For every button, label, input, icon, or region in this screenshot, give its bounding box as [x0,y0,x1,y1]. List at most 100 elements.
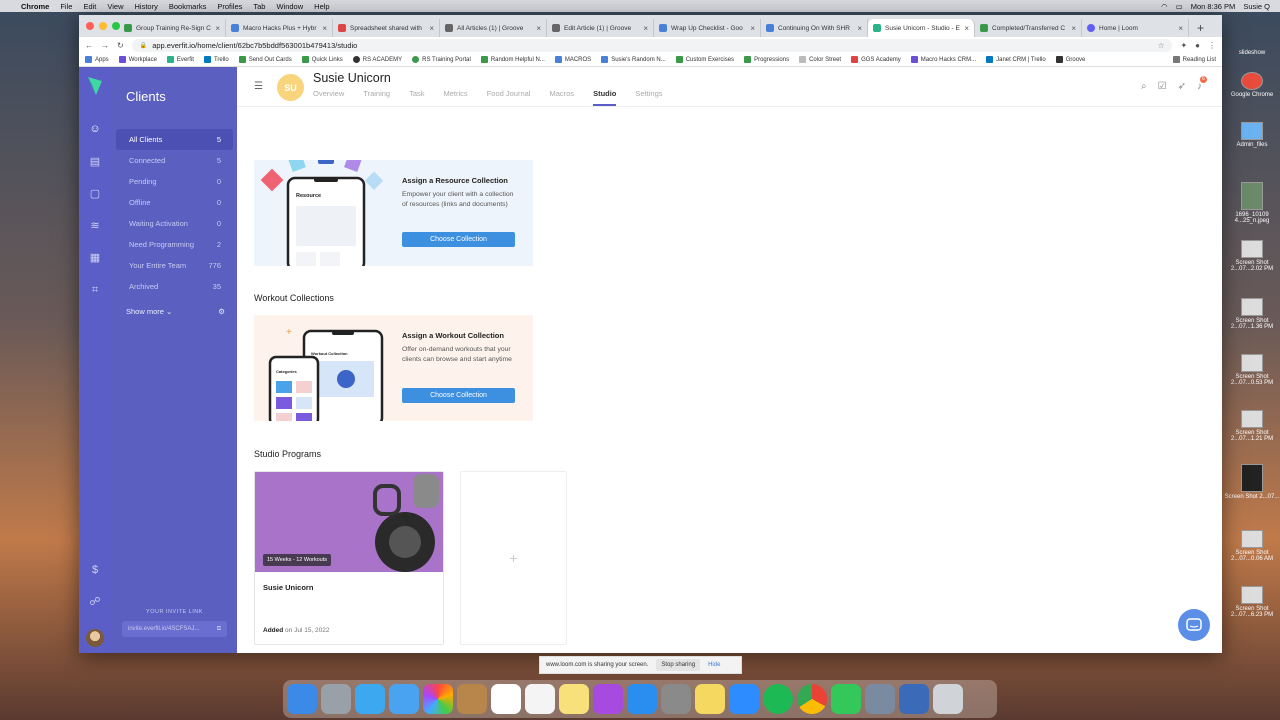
sidebar-item-connected[interactable]: Connected 5 [116,150,233,171]
browser-tab[interactable]: Spreadsheet shared with × [333,19,440,37]
bookmark-item[interactable]: RS Training Portal [412,56,471,63]
browser-tab-active[interactable]: Susie Unicorn - Studio - E × [868,19,975,37]
tab-food-journal[interactable]: Food Journal [487,89,531,106]
calendar-icon[interactable] [491,684,521,714]
reminders-icon[interactable] [525,684,555,714]
address-bar[interactable]: 🔒 app.everfit.io/home/client/62bc7b5bddf… [131,38,1173,52]
desktop-item[interactable]: Screen Shot 2...07...0.53 PM [1224,354,1280,386]
close-tab-icon[interactable]: × [964,24,969,33]
tab-macros[interactable]: Macros [549,89,574,106]
program-card[interactable]: 15 Weeks - 12 Workouts Susie Unicorn Add… [254,471,444,645]
bookmark-item[interactable]: Progressions [744,56,789,63]
invite-link-field[interactable]: invite.everfit.io/4SCFSAJ... ⧉ [122,621,227,637]
bookmark-item[interactable]: RS ACADEMY [352,56,402,63]
menu-profiles[interactable]: Profiles [217,2,242,11]
desktop-item[interactable]: Screen Shot 2...07...1.36 PM [1224,298,1280,330]
payment-nav-icon[interactable]: $ [88,563,102,577]
autoflow-nav-icon[interactable]: ≋ [88,219,102,233]
bookmark-item[interactable]: Apps [85,56,109,63]
notes-icon[interactable] [559,684,589,714]
desktop-item[interactable]: Screen Shot 2...07...1.21 PM [1224,410,1280,442]
bookmark-star-icon[interactable]: ☆ [1158,41,1165,50]
inbox-nav-icon[interactable]: ▢ [88,187,102,201]
bookmark-item[interactable]: MACROS [554,56,591,63]
messages-icon[interactable] [389,684,419,714]
bell-icon[interactable]: ♪ 6 [1197,76,1207,92]
bookmark-item[interactable]: Color Street [799,56,841,63]
bookmark-item[interactable]: Everfit [166,56,194,63]
choose-resource-collection-button[interactable]: Choose Collection [402,232,515,247]
new-tab-button[interactable]: + [1189,19,1212,37]
close-tab-icon[interactable]: × [1178,24,1183,33]
menu-history[interactable]: History [135,2,158,11]
close-tab-icon[interactable]: × [215,24,220,33]
reading-list[interactable]: Reading List [1172,56,1216,63]
close-tab-icon[interactable]: × [322,24,327,33]
tab-studio[interactable]: Studio [593,89,617,106]
menu-chrome[interactable]: Chrome [21,2,49,11]
hide-button[interactable]: Hide [708,662,720,668]
desktop-item[interactable]: Screen Shot 2...07...2.02 PM [1224,240,1280,272]
trash-icon[interactable] [933,684,963,714]
profile-icon[interactable]: ● [1195,41,1200,50]
desktop-item[interactable]: Google Chrome [1224,72,1280,98]
bookmark-item[interactable]: Send Out Cards [238,56,292,63]
close-window-button[interactable] [86,22,94,30]
preview-icon[interactable] [865,684,895,714]
menu-file[interactable]: File [60,2,72,11]
rocket-icon[interactable]: ➶ [1178,81,1186,92]
sidebar-item-offline[interactable]: Offline 0 [116,192,233,213]
bookmark-item[interactable]: Quick Links [301,56,343,63]
tab-task[interactable]: Task [409,89,424,106]
bookmark-item[interactable]: Random Helpful N... [480,56,545,63]
everfit-logo-icon[interactable] [87,75,103,97]
sidebar-item-all-clients[interactable]: All Clients 5 [116,129,233,150]
gear-icon[interactable]: ⚙ [218,307,225,316]
more-menu-icon[interactable]: ⋮ [1208,41,1216,50]
app-store-icon[interactable] [627,684,657,714]
add-program-button[interactable]: + [460,471,567,645]
spotify-icon[interactable] [763,684,793,714]
finder-icon[interactable] [287,684,317,714]
wifi-icon[interactable]: ◠ [1161,2,1168,11]
system-preferences-icon[interactable] [661,684,691,714]
browser-tab[interactable]: Completed/Transferred C × [975,19,1082,37]
facetime-icon[interactable] [831,684,861,714]
bookmark-item[interactable]: Custom Exercises [675,56,734,63]
sidebar-item-archived[interactable]: Archived 35 [116,276,233,297]
desktop-item[interactable]: Admin_files [1224,122,1280,148]
browser-tab[interactable]: All Articles (1) | Groove × [440,19,547,37]
close-tab-icon[interactable]: × [429,24,434,33]
checklist-icon[interactable]: ☑ [1158,81,1167,92]
contacts-icon[interactable] [457,684,487,714]
library-nav-icon[interactable]: ▤ [88,155,102,169]
tab-overview[interactable]: Overview [313,89,344,106]
clients-nav-icon[interactable]: ☺ [88,122,102,136]
zoom-icon[interactable] [729,684,759,714]
browser-tab[interactable]: Macro Hacks Plus + Hybr × [226,19,333,37]
menu-icon[interactable]: ☰ [254,81,263,92]
sidebar-item-need-programming[interactable]: Need Programming 2 [116,234,233,255]
menu-bookmarks[interactable]: Bookmarks [169,2,207,11]
chrome-icon[interactable] [797,684,827,714]
desktop-item[interactable]: 1696_10109 4...25_n.jpeg [1224,182,1280,224]
tasks-nav-icon[interactable]: ⌗ [88,283,102,297]
browser-tab[interactable]: Continuing On With SHR × [761,19,868,37]
close-tab-icon[interactable]: × [536,24,541,33]
close-tab-icon[interactable]: × [857,24,862,33]
desktop-item[interactable]: slideshow [1224,50,1280,56]
launchpad-icon[interactable] [321,684,351,714]
close-tab-icon[interactable]: × [750,24,755,33]
stickies-icon[interactable] [695,684,725,714]
menu-view[interactable]: View [107,2,123,11]
bookmark-item[interactable]: Susie's Random N... [601,56,666,63]
back-icon[interactable]: ← [85,41,93,50]
close-tab-icon[interactable]: × [1071,24,1076,33]
reload-icon[interactable]: ↻ [117,41,124,50]
browser-tab[interactable]: Edit Article (1) | Groove × [547,19,654,37]
search-icon[interactable]: ⌕ [1141,81,1147,92]
browser-tab[interactable]: Wrap Up Checklist - Goo × [654,19,761,37]
desktop-item[interactable]: Screen Shot 2...07...0.06 AM [1224,530,1280,562]
sidebar-item-entire-team[interactable]: Your Entire Team 776 [116,255,233,276]
menu-edit[interactable]: Edit [83,2,96,11]
